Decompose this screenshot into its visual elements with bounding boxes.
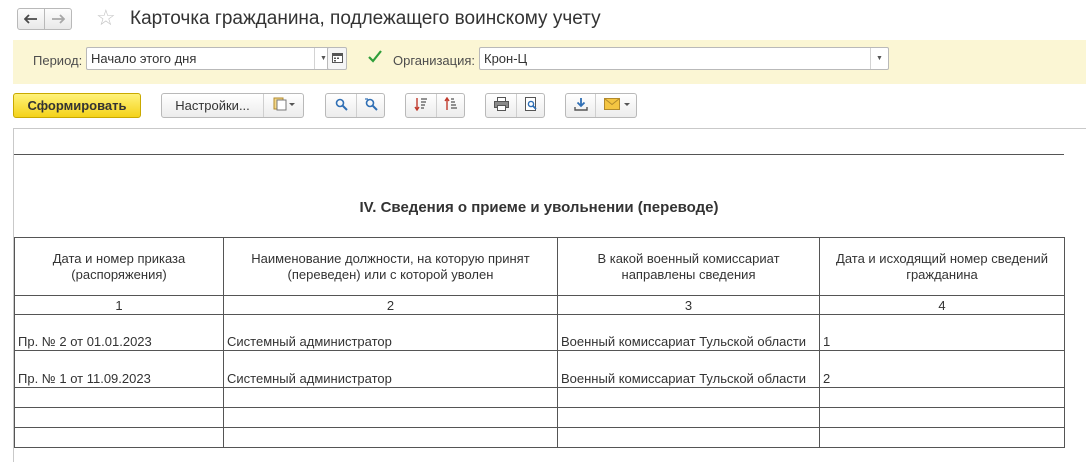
column-number-row: 1 2 3 4: [14, 295, 1065, 315]
table-cell[interactable]: [223, 427, 558, 448]
filter-bar: Период: Начало этого дня ▼ Организация: …: [13, 40, 1086, 84]
table-header-row: Дата и номер приказа (распоряжения) Наим…: [14, 237, 1065, 296]
table-cell[interactable]: Военный комиссариат Тульской области: [557, 314, 820, 351]
column-number: 3: [557, 295, 820, 315]
table-cell[interactable]: [819, 407, 1065, 428]
sort-button-group: [405, 93, 465, 118]
table-row: Пр. № 2 от 01.01.2023 Системный админист…: [14, 314, 1065, 351]
table-cell[interactable]: [557, 427, 820, 448]
search-next-button[interactable]: [357, 94, 385, 117]
table-cell[interactable]: [14, 407, 224, 428]
organization-value: Крон-Ц: [484, 51, 528, 66]
print-preview-button[interactable]: [517, 94, 545, 117]
divider: [14, 154, 1064, 155]
sort-asc-icon: [444, 96, 458, 114]
period-field[interactable]: Начало этого дня ▼: [86, 47, 333, 70]
table-row: Пр. № 1 от 11.09.2023 Системный админист…: [14, 350, 1065, 388]
back-button[interactable]: [17, 8, 45, 30]
print-button[interactable]: [486, 94, 516, 117]
period-label: Период:: [33, 53, 83, 68]
checkbox-icon: [367, 49, 383, 68]
calendar-icon: [331, 51, 343, 66]
favorite-star-icon[interactable]: ☆: [96, 6, 116, 30]
search-icon: [335, 98, 348, 114]
export-button-group: [565, 93, 637, 118]
forward-arrow-icon: [51, 12, 66, 27]
forward-button[interactable]: [44, 8, 72, 30]
report-table: Дата и номер приказа (распоряжения) Наим…: [14, 237, 1065, 448]
mail-icon: [603, 98, 630, 113]
print-preview-icon: [524, 97, 538, 114]
table-cell[interactable]: 2: [819, 350, 1065, 388]
table-cell[interactable]: Пр. № 1 от 11.09.2023: [14, 350, 224, 388]
search-button-group: [325, 93, 385, 118]
table-cell[interactable]: [14, 387, 224, 408]
table-row: [14, 427, 1065, 448]
period-value: Начало этого дня: [91, 51, 197, 66]
column-number: 1: [14, 295, 224, 315]
variants-button[interactable]: [264, 94, 304, 117]
report-area: IV. Сведения о приеме и увольнении (пере…: [13, 128, 1086, 462]
organization-label: Организация:: [393, 53, 476, 68]
variants-icon: [273, 97, 295, 114]
column-number: 2: [223, 295, 558, 315]
table-row: [14, 387, 1065, 408]
table-cell[interactable]: [223, 387, 558, 408]
settings-button-group: Настройки...: [161, 93, 304, 118]
save-icon: [573, 97, 588, 114]
send-mail-button[interactable]: [596, 94, 637, 117]
table-row: [14, 407, 1065, 428]
table-cell[interactable]: 1: [819, 314, 1065, 351]
search-button[interactable]: [326, 94, 356, 117]
page-title: Карточка гражданина, подлежащего воинско…: [130, 8, 601, 29]
table-cell[interactable]: [14, 427, 224, 448]
table-cell[interactable]: Системный администратор: [223, 350, 558, 388]
organization-checkbox[interactable]: [367, 49, 383, 68]
organization-field[interactable]: Крон-Ц ▼: [479, 47, 889, 70]
print-icon: [493, 97, 509, 114]
table-cell[interactable]: [557, 387, 820, 408]
search-next-icon: [364, 97, 378, 114]
calendar-button[interactable]: [327, 47, 347, 70]
table-cell[interactable]: Пр. № 2 от 01.01.2023: [14, 314, 224, 351]
sort-desc-icon: [414, 97, 428, 114]
table-cell[interactable]: [819, 427, 1065, 448]
sort-desc-button[interactable]: [406, 94, 436, 117]
column-header: В какой военный комиссариат направлены с…: [557, 237, 820, 296]
column-header: Дата и исходящий номер сведений граждани…: [819, 237, 1065, 296]
section-title: IV. Сведения о приеме и увольнении (пере…: [359, 199, 719, 216]
column-number: 4: [819, 295, 1065, 315]
table-cell[interactable]: Военный комиссариат Тульской области: [557, 350, 820, 388]
table-cell[interactable]: Системный администратор: [223, 314, 558, 351]
column-header: Дата и номер приказа (распоряжения): [14, 237, 224, 296]
title-bar: ☆ Карточка гражданина, подлежащего воинс…: [0, 0, 1086, 38]
back-arrow-icon: [23, 12, 38, 27]
table-cell[interactable]: [557, 407, 820, 428]
column-header: Наименование должности, на которую приня…: [223, 237, 558, 296]
save-button[interactable]: [566, 94, 595, 117]
dropdown-arrow-icon[interactable]: ▼: [870, 48, 888, 69]
print-button-group: [485, 93, 545, 118]
generate-button[interactable]: Сформировать: [13, 93, 141, 118]
settings-button[interactable]: Настройки...: [162, 94, 263, 117]
table-cell[interactable]: [819, 387, 1065, 408]
table-cell[interactable]: [223, 407, 558, 428]
sort-asc-button[interactable]: [437, 94, 465, 117]
